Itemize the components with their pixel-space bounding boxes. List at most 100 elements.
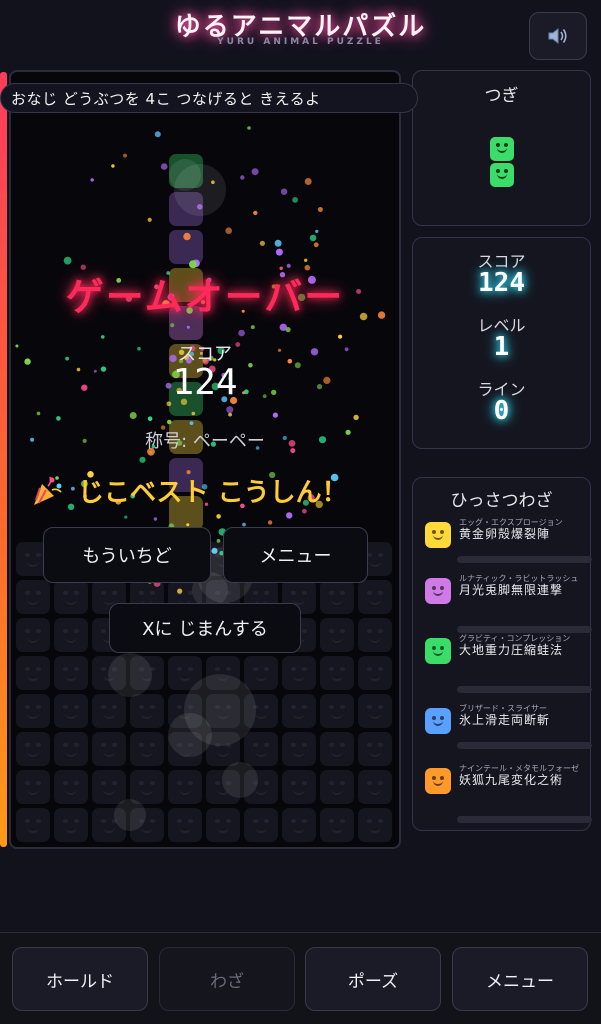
board-cell [130, 694, 164, 728]
board-cell [16, 694, 50, 728]
board-cell [320, 694, 354, 728]
board-cell [168, 808, 202, 842]
party-popper-icon [34, 475, 62, 505]
game-board [9, 70, 401, 849]
fox-icon [425, 768, 451, 794]
board-cell [206, 656, 240, 690]
personal-best-banner: じこベスト こうしん！ [30, 472, 390, 509]
board-cell [244, 694, 278, 728]
board-cell [168, 694, 202, 728]
game-over-menu-button[interactable]: メニュー [223, 527, 368, 583]
special-move-name: 氷上滑走両断斬 [459, 713, 551, 727]
rabbit-icon [425, 578, 451, 604]
level-value: 1 [493, 332, 510, 362]
falling-block [169, 192, 203, 226]
board-cell [320, 618, 354, 652]
board-cell [358, 656, 392, 690]
board-cell [358, 732, 392, 766]
board-cell [320, 732, 354, 766]
board-cell [244, 808, 278, 842]
board-cell [282, 694, 316, 728]
board-cell [168, 770, 202, 804]
rank-title: 称号: ペーペー [145, 431, 265, 452]
board-cell [320, 580, 354, 614]
board-cell [130, 656, 164, 690]
special-move-gauge [457, 742, 592, 749]
board-cell [92, 694, 126, 728]
chick-icon [425, 522, 451, 548]
board-cell [320, 770, 354, 804]
board-cell [92, 732, 126, 766]
special-move-gauge [457, 686, 592, 693]
board-cell [54, 770, 88, 804]
board-cell [282, 808, 316, 842]
board-cell [130, 732, 164, 766]
special-move-gauge [457, 816, 592, 823]
board-cell [54, 618, 88, 652]
special-moves-title: ひっさつわざ [450, 491, 553, 511]
board-cell [16, 808, 50, 842]
board-cell [206, 694, 240, 728]
board-cell [92, 808, 126, 842]
special-move-name: 黄金卵殻爆裂陣 [459, 527, 551, 541]
next-title: つぎ [484, 86, 519, 106]
board-cell [206, 808, 240, 842]
board-cell [206, 732, 240, 766]
falling-block [169, 154, 203, 188]
special-move-name: 妖狐九尾変化之術 [459, 773, 564, 787]
board-cell [282, 656, 316, 690]
frog-icon [425, 638, 451, 664]
board-cell [130, 770, 164, 804]
share-x-button[interactable]: Xに じまんする [109, 603, 301, 653]
special-move-gauge [457, 626, 592, 633]
pause-button[interactable]: ポーズ [305, 947, 441, 1011]
sound-button[interactable] [529, 12, 587, 60]
board-cell [16, 618, 50, 652]
lines-value: 0 [493, 396, 510, 426]
personal-best-text: じこベスト こうしん！ [78, 478, 348, 508]
board-cell [16, 580, 50, 614]
penguin-icon [425, 708, 451, 734]
board-cell [54, 694, 88, 728]
speaker-icon [548, 27, 567, 45]
board-cell [320, 656, 354, 690]
danger-meter [0, 72, 7, 847]
board-cell [244, 770, 278, 804]
skill-button[interactable]: わざ [159, 947, 295, 1011]
board-hint: おなじ どうぶつを 4こ つなげると きえるよ [0, 83, 418, 113]
board-cell [244, 732, 278, 766]
board-cell [320, 808, 354, 842]
board-cell [54, 656, 88, 690]
menu-button[interactable]: メニュー [452, 947, 588, 1011]
app-subtitle: YURU ANIMAL PUZZLE [217, 37, 384, 47]
board-cell [92, 770, 126, 804]
hold-button[interactable]: ホールド [12, 947, 148, 1011]
board-cell [168, 656, 202, 690]
board-cell [168, 732, 202, 766]
falling-block [169, 230, 203, 264]
board-cell [54, 732, 88, 766]
special-moves-panel: ひっさつわざ エッグ・エクスプロージョン 黄金卵殻爆裂陣 ルナティック・ラビットラッ… [412, 477, 592, 831]
board-cell [206, 770, 240, 804]
board-cell [130, 808, 164, 842]
next-piece-panel: つぎ [412, 70, 591, 226]
board-cell [282, 732, 316, 766]
board-cell [358, 694, 392, 728]
next-piece-block [490, 163, 514, 187]
special-move-name: 月光兎脚無限連撃 [459, 583, 564, 597]
special-move-name: 大地重力圧縮蛙法 [459, 643, 564, 657]
board-cell [54, 580, 88, 614]
game-over-title: ゲームオーバー [65, 275, 345, 319]
board-cell [358, 808, 392, 842]
board-cell [244, 656, 278, 690]
bottom-controls: ホールド わざ ポーズ メニュー [0, 932, 601, 1024]
next-piece-block [490, 137, 514, 161]
board-cell [92, 656, 126, 690]
retry-button[interactable]: もういちど [43, 527, 211, 583]
final-score-value: 124 [172, 362, 238, 403]
board-cell [54, 808, 88, 842]
stats-panel: スコア 124 レベル 1 ライン 0 [412, 237, 591, 449]
board-cell [358, 618, 392, 652]
board-cell [358, 580, 392, 614]
board-cell [16, 656, 50, 690]
